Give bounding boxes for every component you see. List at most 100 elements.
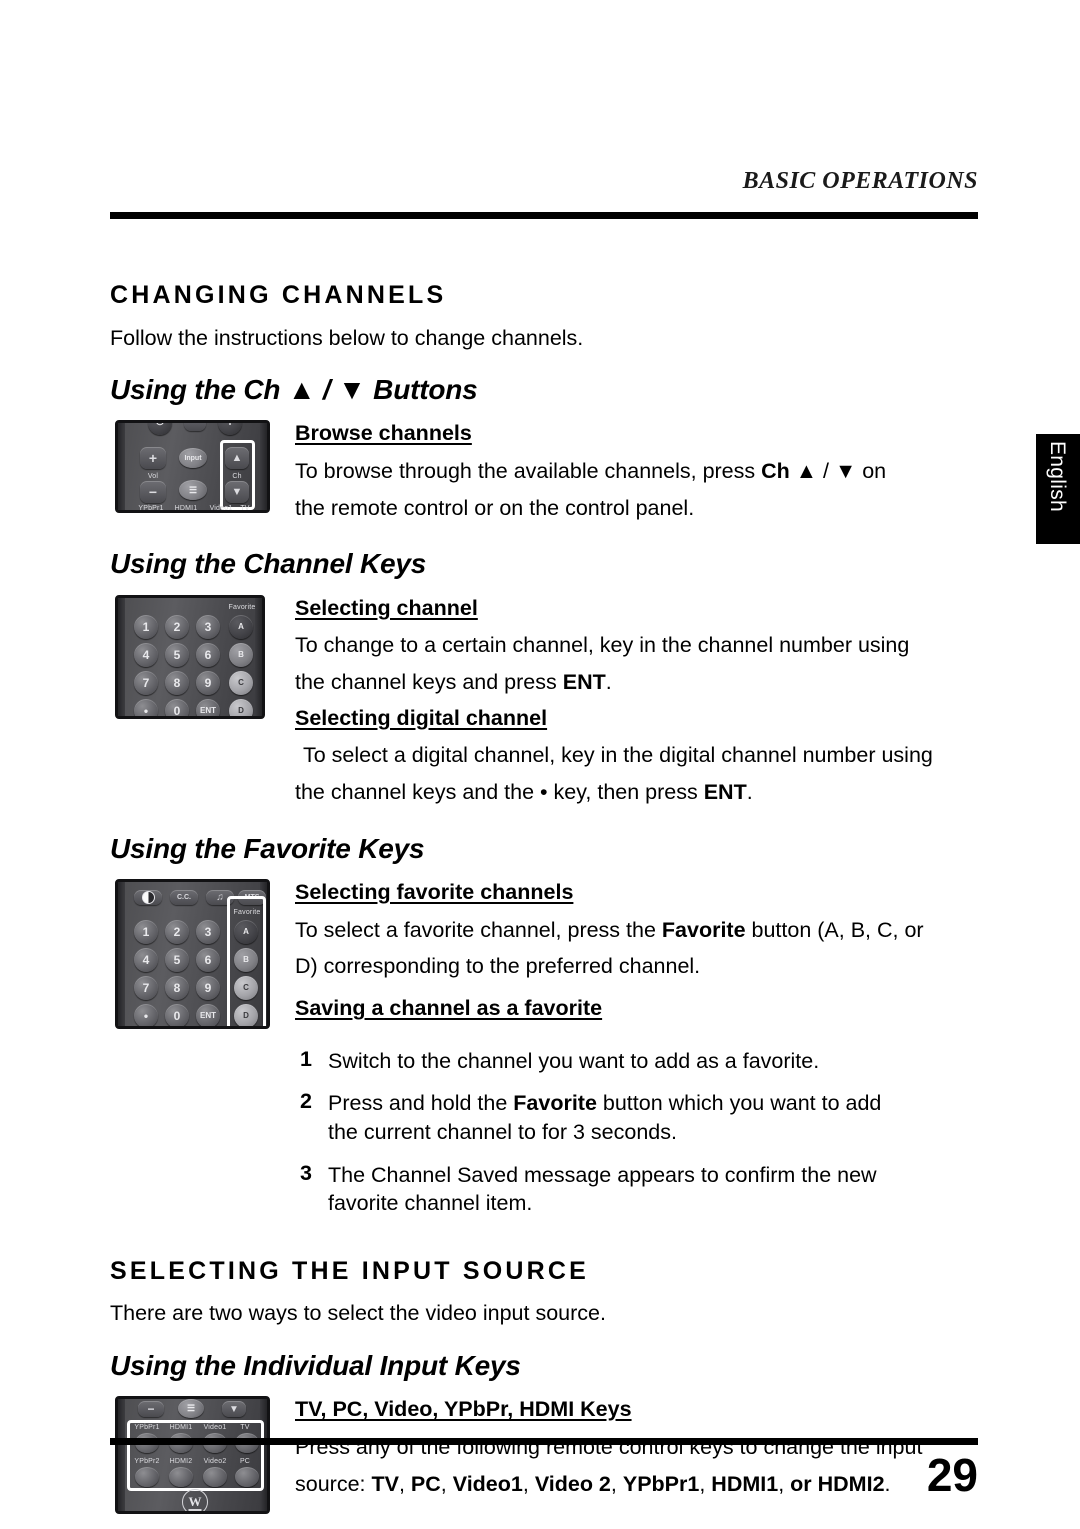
figure-block-ch-buttons: ⏻ i + Vol − Input ☰ ▲ Ch ▼ YPbPr1 HDMI1 <box>110 420 978 522</box>
volume-down-button-partial[interactable]: − <box>138 1401 164 1418</box>
running-head: BASIC OPERATIONS <box>742 168 978 194</box>
key-7[interactable]: 7 <box>134 975 158 1000</box>
input-button[interactable]: Input <box>179 448 207 469</box>
subsection-heading-channel-keys: Using the Channel Keys <box>110 548 427 580</box>
key-favorite-c[interactable]: C <box>229 670 253 695</box>
step-item: 2 Press and hold the Favorite button whi… <box>300 1089 978 1146</box>
key-favorite-b[interactable]: B <box>234 947 258 972</box>
key-5[interactable]: 5 <box>165 947 189 972</box>
favorite-remote-body: C.C. ♫ MTS Favorite 1 2 3 A 4 5 6 B 7 8 … <box>115 878 270 1029</box>
text-block-favorite-channels: Selecting favorite channels To select a … <box>295 879 978 1022</box>
key-4[interactable]: 4 <box>134 642 158 667</box>
menu-button[interactable]: ☰ <box>179 480 207 501</box>
key-favorite-a[interactable]: A <box>229 614 253 639</box>
volume-down-button[interactable]: − <box>140 481 166 504</box>
key-5[interactable]: 5 <box>165 642 189 667</box>
key-dot[interactable]: • <box>134 698 158 716</box>
input-label-tv: TV <box>240 1424 250 1432</box>
input-label-ypbpr1: YPbPr1 <box>134 1424 160 1432</box>
volume-up-button[interactable]: + <box>140 447 166 470</box>
key-2[interactable]: 2 <box>165 614 189 639</box>
contrast-button[interactable] <box>134 889 162 905</box>
key-1[interactable]: 1 <box>134 919 158 944</box>
step-text-line2: the current channel to for 3 seconds. <box>328 1120 677 1145</box>
key-6[interactable]: 6 <box>196 947 220 972</box>
language-tab-label: English <box>1046 441 1069 512</box>
closed-caption-button[interactable]: C.C. <box>170 889 198 905</box>
contrast-icon <box>141 890 155 904</box>
step-number: 1 <box>300 1046 312 1071</box>
key-9[interactable]: 9 <box>196 975 220 1000</box>
text-block-selecting-channel: Selecting channel To change to a certain… <box>295 595 978 807</box>
remote-edge-left <box>118 597 125 716</box>
key-4[interactable]: 4 <box>134 947 158 972</box>
key-7[interactable]: 7 <box>134 670 158 695</box>
figure-block-favorite-keys: C.C. ♫ MTS Favorite 1 2 3 A 4 5 6 B 7 8 … <box>110 878 978 1029</box>
para-browse-channels-line2: the remote control or on the control pan… <box>295 495 695 520</box>
key-favorite-b[interactable]: B <box>229 642 253 667</box>
key-favorite-c[interactable]: C <box>234 975 258 1000</box>
keypad-remote-body: Favorite 1 2 3 A 4 5 6 B 7 8 9 C • 0 ENT <box>115 594 265 719</box>
remote-edge-right <box>255 597 262 716</box>
key-0[interactable]: 0 <box>165 1003 189 1026</box>
key-favorite-d[interactable]: D <box>229 698 253 716</box>
key-favorite-d[interactable]: D <box>234 1003 258 1026</box>
step-number: 2 <box>300 1089 312 1114</box>
figure-favorite-remote: C.C. ♫ MTS Favorite 1 2 3 A 4 5 6 B 7 8 … <box>115 878 270 1029</box>
page-content: CHANGING CHANNELS Follow the instruction… <box>110 250 978 1516</box>
key-8[interactable]: 8 <box>165 670 189 695</box>
subhead-tv-pc-video-ypbpr-hdmi-keys: TV, PC, Video, YPbPr, HDMI Keys <box>295 1397 632 1422</box>
audio-button[interactable]: ♫ <box>206 889 234 905</box>
input-label-hdmi1: HDMI1 <box>174 505 198 513</box>
para-browse-channels-line1: To browse through the available channels… <box>295 459 887 484</box>
subsection-heading-favorite-keys: Using the Favorite Keys <box>110 832 425 864</box>
info-button-partial[interactable]: i <box>218 423 242 436</box>
footer-rule <box>110 1438 978 1445</box>
subhead-saving-channel-as-favorite: Saving a channel as a favorite <box>295 995 603 1020</box>
input-label-ypbpr1: YPbPr1 <box>138 505 164 513</box>
channel-label: Ch <box>232 473 242 481</box>
figure-block-channel-keys: Favorite 1 2 3 A 4 5 6 B 7 8 9 C • 0 ENT <box>110 594 978 807</box>
key-favorite-a[interactable]: A <box>234 919 258 944</box>
menu-button-partial[interactable]: ☰ <box>178 1399 204 1419</box>
key-ent[interactable]: ENT <box>196 1003 220 1026</box>
power-button-partial[interactable]: ⏻ <box>148 423 172 436</box>
subsection-heading-individual-input-keys: Using the Individual Input Keys <box>110 1349 521 1381</box>
text-block-browse-channels: Browse channels To browse through the av… <box>295 420 978 522</box>
step-text: The Channel Saved message appears to con… <box>328 1161 877 1218</box>
remote-edge-left <box>118 881 125 1026</box>
step-number: 3 <box>300 1160 312 1185</box>
key-dot[interactable]: • <box>134 1003 158 1026</box>
key-1[interactable]: 1 <box>134 614 158 639</box>
section-intro-input-source: There are two ways to select the video i… <box>110 1301 606 1326</box>
para-selecting-channel-line2: the channel keys and press ENT. <box>295 670 612 694</box>
mts-button[interactable]: MTS <box>238 889 266 905</box>
section-intro-changing-channels: Follow the instructions below to change … <box>110 325 584 350</box>
subhead-selecting-digital-channel: Selecting digital channel <box>295 705 548 730</box>
channel-up-button[interactable]: ▲ <box>225 447 249 470</box>
key-8[interactable]: 8 <box>165 975 189 1000</box>
step-text: Press and hold the Favorite button which… <box>328 1089 881 1146</box>
key-2[interactable]: 2 <box>165 919 189 944</box>
channel-down-button[interactable]: ▼ <box>225 481 249 504</box>
para-selecting-digital-line2: the channel keys and the • key, then pre… <box>295 780 753 805</box>
step-text-line1: The Channel Saved message appears to con… <box>328 1162 877 1187</box>
channel-down-button-partial[interactable]: ▼ <box>222 1401 246 1418</box>
para-favorite-line1: To select a favorite channel, press the … <box>295 917 924 942</box>
key-3[interactable]: 3 <box>196 919 220 944</box>
figure-ch-remote: ⏻ i + Vol − Input ☰ ▲ Ch ▼ YPbPr1 HDMI1 <box>115 420 270 514</box>
subsection-heading-ch-buttons: Using the Ch ▲ / ▼ Buttons <box>110 374 478 406</box>
figure-keypad-remote: Favorite 1 2 3 A 4 5 6 B 7 8 9 C • 0 ENT <box>115 594 265 719</box>
language-tab: English <box>1036 434 1080 544</box>
ch-remote-body: ⏻ i + Vol − Input ☰ ▲ Ch ▼ YPbPr1 HDMI1 <box>115 420 270 514</box>
key-3[interactable]: 3 <box>196 614 220 639</box>
favorite-label: Favorite <box>233 908 261 916</box>
key-9[interactable]: 9 <box>196 670 220 695</box>
key-ent[interactable]: ENT <box>196 698 220 716</box>
unknown-button-partial[interactable] <box>184 423 206 432</box>
input-label-hdmi1: HDMI1 <box>169 1424 193 1432</box>
subhead-browse-channels: Browse channels <box>295 421 472 446</box>
music-note-icon: ♫ <box>216 891 224 903</box>
key-0[interactable]: 0 <box>165 698 189 716</box>
key-6[interactable]: 6 <box>196 642 220 667</box>
